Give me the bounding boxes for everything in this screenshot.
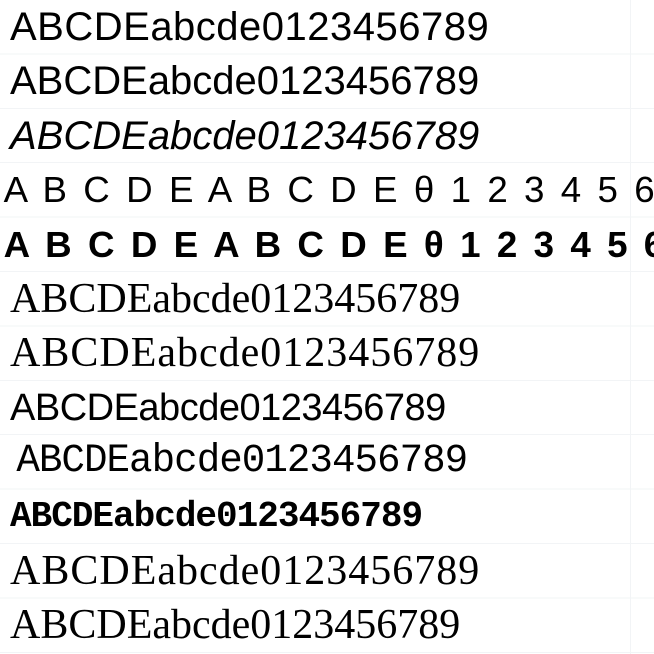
font-sample-row: ABCDEabcde0123456789 — [0, 0, 654, 54]
font-sample-row: ABCDEabcde0123456789 — [0, 490, 654, 544]
font-sample-row: ABCDEabcde0123456789 — [7, 435, 648, 489]
font-sample-sheet: ABCDEabcde0123456789 ABCDEabcde012345678… — [0, 0, 654, 654]
font-sample-row: ABCDEabcde0123456789 — [0, 109, 654, 163]
font-sample-row: ABCDEabcde0123456789 — [0, 272, 654, 326]
font-sample-row: A B C D E A B C D E θ 1 2 3 4 5 6 7 8 9 — [0, 163, 654, 217]
font-sample-row: A B C D E A B C D E θ 1 2 3 4 5 6 7 8 9 — [0, 218, 654, 272]
font-sample-row: ABCDEabcde0123456789 — [0, 544, 654, 598]
font-sample-row: ABCDEabcde0123456789 — [0, 54, 654, 108]
font-sample-row: ABCDEabcde0123456789 — [0, 381, 654, 435]
font-sample-row: ABCDEabcde0123456789 — [0, 326, 654, 380]
font-sample-row: ABCDEabcde0123456789 — [0, 598, 654, 652]
